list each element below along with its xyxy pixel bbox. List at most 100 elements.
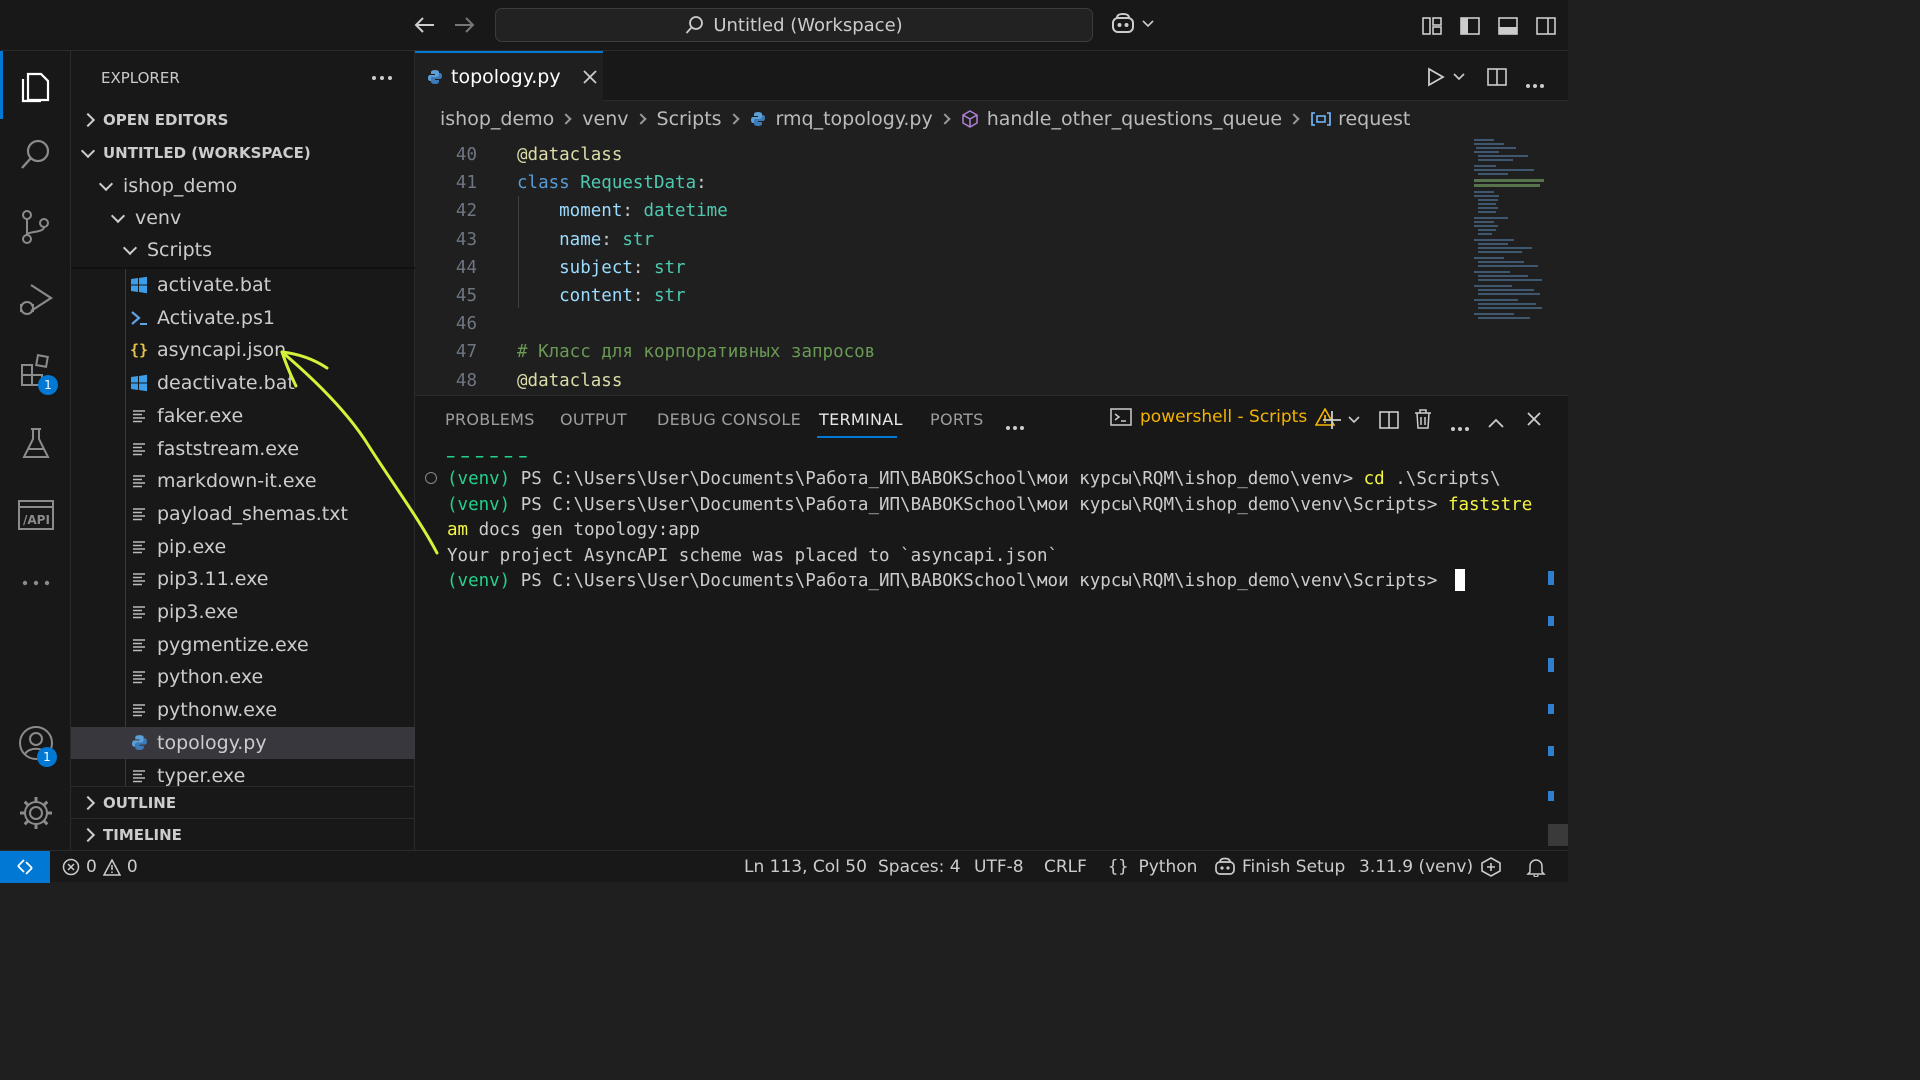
terminal-token: docs gen topology:app — [468, 520, 700, 540]
workspace-section[interactable]: UNTITLED (WORKSPACE) — [71, 137, 415, 169]
cursor-position[interactable]: Ln 113, Col 50 — [744, 851, 867, 883]
file-item[interactable]: pygmentize.exe — [71, 629, 415, 661]
back-arrow-icon[interactable] — [407, 7, 443, 43]
more-actions-icon[interactable] — [371, 67, 393, 86]
maximize-panel-icon[interactable] — [1488, 413, 1504, 432]
open-editors-section[interactable]: OPEN EDITORS — [71, 104, 415, 136]
file-item[interactable]: Activate.ps1 — [71, 302, 415, 334]
line-number: 42 — [455, 201, 477, 222]
tab-problems[interactable]: PROBLEMS — [445, 396, 535, 442]
run-python-button[interactable] — [1427, 67, 1465, 87]
scrollbar-thumb[interactable] — [1548, 824, 1568, 846]
editor-tab-bar: topology.py — [415, 51, 1568, 101]
folder-scripts[interactable]: Scripts — [71, 234, 415, 266]
breadcrumb-item[interactable]: rmq_topology.py — [776, 108, 933, 130]
toggle-panel-icon[interactable] — [1490, 8, 1526, 44]
customize-layout-icon[interactable] — [1414, 8, 1450, 44]
problems-status[interactable]: 0 0 — [62, 851, 138, 883]
minimap[interactable] — [1470, 137, 1550, 327]
activity-bar: 1 /API 1 — [0, 51, 71, 850]
terminal-cursor — [1455, 569, 1465, 591]
file-lines-icon — [127, 669, 151, 685]
python-interpreter[interactable]: 3.11.9 (venv) — [1359, 851, 1473, 883]
annotation-arrow — [280, 350, 439, 555]
tab-topology-py[interactable]: topology.py — [415, 51, 603, 101]
close-icon[interactable] — [582, 70, 597, 84]
file-item[interactable]: activate.bat — [71, 269, 415, 301]
code-token: RequestData — [580, 173, 697, 194]
scroll-marker — [1548, 704, 1554, 714]
extensions-icon[interactable]: 1 — [0, 337, 71, 405]
file-item[interactable]: python.exe — [71, 661, 415, 693]
breadcrumb-item[interactable]: request — [1338, 108, 1410, 130]
code-line: 46 — [415, 310, 477, 338]
breadcrumb-item[interactable]: venv — [582, 108, 628, 130]
line-number: 44 — [455, 257, 477, 278]
code-editor[interactable]: 40 @dataclass 41 class RequestData: 42 momen… — [415, 141, 1568, 395]
windows-icon — [127, 374, 151, 392]
finish-setup[interactable]: Finish Setup — [1214, 851, 1345, 883]
copilot-menu[interactable] — [1110, 12, 1154, 36]
terminal-token: PS C:\Users\User\Documents\Работа_ИП\BAB… — [520, 571, 1448, 591]
outline-label: OUTLINE — [103, 793, 177, 812]
notifications-bell-icon[interactable] — [1526, 851, 1546, 883]
settings-gear-icon[interactable] — [0, 779, 71, 847]
terminal-selector[interactable]: powershell - Scripts — [1110, 407, 1336, 427]
outline-section[interactable]: OUTLINE — [71, 786, 415, 818]
folder-ishop-demo[interactable]: ishop_demo — [71, 170, 415, 202]
panel-more-tabs-icon[interactable] — [1005, 416, 1025, 435]
split-terminal-icon[interactable] — [1379, 410, 1399, 434]
code-line: 41 class RequestData: — [415, 169, 707, 197]
new-terminal-button[interactable] — [1322, 410, 1360, 430]
editor-more-actions-icon[interactable] — [1525, 74, 1545, 93]
testing-icon[interactable] — [0, 409, 71, 477]
warning-count: 0 — [126, 857, 138, 877]
tab-debug-console[interactable]: DEBUG CONSOLE — [657, 396, 801, 442]
more-views-icon[interactable] — [0, 549, 71, 617]
breadcrumb: ishop_demo venv Scripts rmq_topology.py … — [415, 101, 1568, 137]
terminal-line: Your project AsyncAPI scheme was placed … — [447, 544, 1058, 569]
code-line: 42 moment: datetime — [415, 197, 728, 225]
explorer-icon[interactable] — [0, 51, 71, 119]
tab-ports[interactable]: PORTS — [930, 396, 984, 442]
accounts-icon[interactable]: 1 — [0, 709, 71, 777]
forward-arrow-icon[interactable] — [446, 7, 482, 43]
search-icon[interactable] — [0, 121, 71, 189]
remote-icon — [17, 859, 33, 875]
file-item[interactable]: topology.py — [71, 726, 415, 759]
file-lines-icon — [127, 768, 151, 784]
code-token: @dataclass — [517, 145, 623, 165]
split-editor-icon[interactable] — [1487, 67, 1507, 91]
toggle-primary-sidebar-icon[interactable] — [1452, 8, 1488, 44]
python-env-icon[interactable] — [1480, 851, 1502, 883]
file-lines-icon — [127, 539, 151, 555]
breadcrumb-item[interactable]: handle_other_questions_queue — [987, 108, 1282, 130]
file-item[interactable]: pip3.exe — [71, 596, 415, 628]
tab-output[interactable]: OUTPUT — [560, 396, 627, 442]
source-control-icon[interactable] — [0, 193, 71, 261]
indentation[interactable]: Spaces: 4 — [878, 851, 961, 883]
end-of-line[interactable]: CRLF — [1044, 851, 1087, 883]
toggle-secondary-sidebar-icon[interactable] — [1528, 8, 1564, 44]
close-panel-icon[interactable] — [1527, 411, 1541, 430]
run-debug-icon[interactable] — [0, 265, 71, 333]
code-token: @dataclass — [517, 370, 623, 391]
file-item[interactable]: pythonw.exe — [71, 694, 415, 726]
chevron-right-icon — [80, 112, 96, 128]
chevron-down-icon — [80, 143, 96, 158]
folder-venv[interactable]: venv — [71, 202, 415, 234]
chevron-down-icon — [1348, 416, 1360, 424]
trash-icon[interactable] — [1414, 409, 1432, 433]
breadcrumb-item[interactable]: Scripts — [657, 108, 722, 130]
remote-indicator[interactable] — [0, 851, 50, 883]
api-icon[interactable]: /API — [0, 481, 71, 549]
file-item[interactable]: pip3.11.exe — [71, 563, 415, 595]
code-text: @dataclass — [517, 371, 622, 391]
encoding[interactable]: UTF-8 — [974, 851, 1024, 883]
timeline-section[interactable]: TIMELINE — [71, 818, 415, 850]
terminal-more-actions-icon[interactable] — [1450, 417, 1470, 436]
breadcrumb-item[interactable]: ishop_demo — [440, 108, 554, 130]
code-line: 45 content: str — [415, 282, 686, 310]
language-mode[interactable]: {} Python — [1108, 851, 1197, 883]
command-center-search[interactable]: Untitled (Workspace) — [495, 8, 1093, 42]
